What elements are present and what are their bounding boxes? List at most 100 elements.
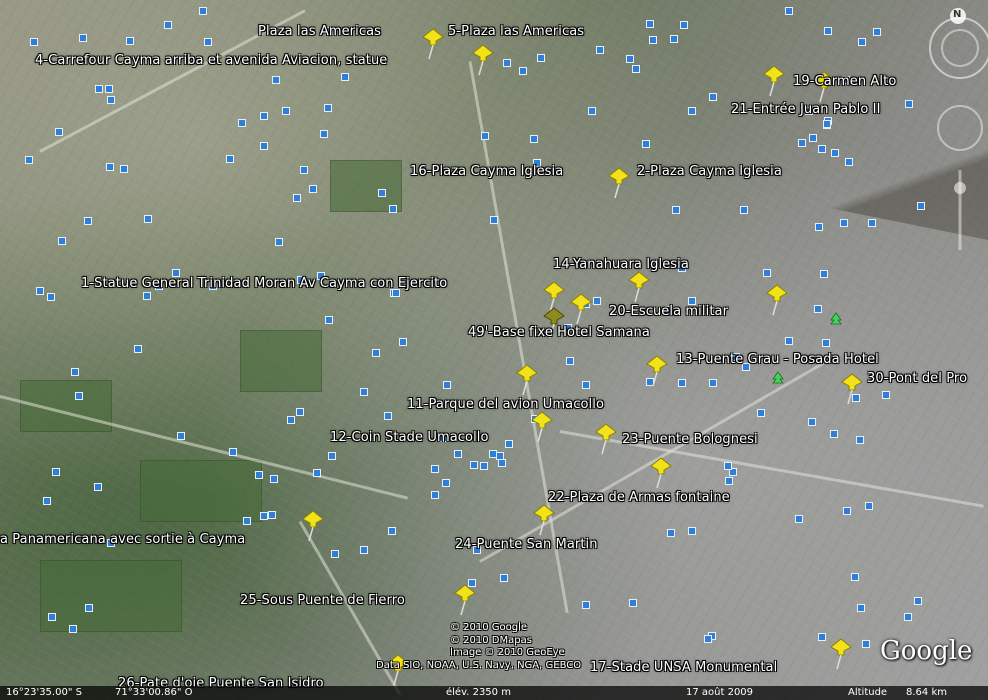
pushpin-icon[interactable] [513,363,541,397]
placemark-icon[interactable] [270,475,278,483]
placemark-icon[interactable] [58,237,66,245]
placemark-icon[interactable] [740,206,748,214]
place-label[interactable]: 13-Puente Grau - Posada Hotel [676,352,879,367]
place-label[interactable]: 30-Pont del Pro [867,371,967,386]
pushpin-icon[interactable] [528,410,556,444]
placemark-icon[interactable] [341,73,349,81]
placemark-icon[interactable] [268,511,276,519]
pushpin-icon[interactable] [530,503,558,537]
placemark-icon[interactable] [865,502,873,510]
place-label[interactable]: 19-Carmen Alto [793,74,896,89]
placemark-icon[interactable] [378,189,386,197]
placemark-icon[interactable] [845,158,853,166]
place-label[interactable]: 4-Carrefour Cayma arriba et avenida Avia… [35,53,387,68]
pushpin-icon[interactable] [592,422,620,456]
placemark-icon[interactable] [704,635,712,643]
placemark-icon[interactable] [204,38,212,46]
place-label[interactable]: 1-Statue General Trinidad Moran Av Cayma… [81,276,447,291]
placemark-icon[interactable] [389,205,397,213]
placemark-icon[interactable] [52,468,60,476]
placemark-icon[interactable] [226,155,234,163]
placemark-icon[interactable] [632,65,640,73]
placemark-icon[interactable] [530,135,538,143]
pushpin-icon[interactable] [419,27,447,61]
placemark-icon[interactable] [388,527,396,535]
placemark-icon[interactable] [882,391,890,399]
placemark-icon[interactable] [372,349,380,357]
placemark-icon[interactable] [481,132,489,140]
placemark-icon[interactable] [724,462,732,470]
placemark-icon[interactable] [134,345,142,353]
pushpin-icon[interactable] [647,456,675,490]
place-label[interactable]: 22-Plaza de Armas fontaine [548,490,730,505]
placemark-icon[interactable] [106,163,114,171]
placemark-icon[interactable] [328,452,336,460]
placemark-icon[interactable] [164,21,172,29]
placemark-icon[interactable] [785,337,793,345]
placemark-icon[interactable] [795,515,803,523]
tree-icon[interactable] [829,312,843,326]
place-label[interactable]: 23-Puente Bolognesi [622,432,758,447]
placemark-icon[interactable] [498,459,506,467]
placemark-icon[interactable] [808,418,816,426]
placemark-icon[interactable] [862,640,870,648]
placemark-icon[interactable] [642,140,650,148]
placemark-icon[interactable] [914,597,922,605]
pushpin-icon[interactable] [643,354,671,388]
placemark-icon[interactable] [868,219,876,227]
place-label[interactable]: 25-Sous Puente de Fierro [240,593,405,608]
placemark-icon[interactable] [325,316,333,324]
placemark-icon[interactable] [672,206,680,214]
placemark-icon[interactable] [470,461,478,469]
placemark-icon[interactable] [588,107,596,115]
placemark-icon[interactable] [243,517,251,525]
pushpin-icon[interactable] [827,637,855,671]
placemark-icon[interactable] [71,368,79,376]
place-label[interactable]: 21-Entrée Juan Pablo II [731,102,881,117]
placemark-icon[interactable] [199,7,207,15]
placemark-icon[interactable] [670,35,678,43]
pushpin-icon[interactable] [299,509,327,543]
placemark-icon[interactable] [260,512,268,520]
placemark-icon[interactable] [830,430,838,438]
place-label[interactable]: 17-Stade UNSA Monumental [590,660,777,675]
placemark-icon[interactable] [500,574,508,582]
placemark-icon[interactable] [709,379,717,387]
placemark-icon[interactable] [596,46,604,54]
placemark-icon[interactable] [282,107,290,115]
placemark-icon[interactable] [823,120,831,128]
placemark-icon[interactable] [873,28,881,36]
tree-icon[interactable] [771,371,785,385]
placemark-icon[interactable] [822,339,830,347]
pushpin-icon[interactable] [763,283,791,317]
placemark-icon[interactable] [30,38,38,46]
place-label[interactable]: a Panamericana avec sortie à Cayma [0,532,245,547]
pushpin-icon[interactable] [605,166,633,200]
placemark-icon[interactable] [107,96,115,104]
placemark-icon[interactable] [905,100,913,108]
placemark-icon[interactable] [480,462,488,470]
placemark-icon[interactable] [272,76,280,84]
placemark-icon[interactable] [856,436,864,444]
placemark-icon[interactable] [296,408,304,416]
placemark-icon[interactable] [814,305,822,313]
placemark-icon[interactable] [820,270,828,278]
placemark-icon[interactable] [431,465,439,473]
placemark-icon[interactable] [287,416,295,424]
placemark-icon[interactable] [857,604,865,612]
placemark-icon[interactable] [177,432,185,440]
placemark-icon[interactable] [79,34,87,42]
placemark-icon[interactable] [331,550,339,558]
placemark-icon[interactable] [275,238,283,246]
placemark-icon[interactable] [229,448,237,456]
placemark-icon[interactable] [94,483,102,491]
place-label[interactable]: 49'-Base fixe Hotel Samana [468,325,650,340]
placemark-icon[interactable] [47,293,55,301]
placemark-icon[interactable] [709,93,717,101]
placemark-icon[interactable] [503,59,511,67]
placemark-icon[interactable] [582,381,590,389]
placemark-icon[interactable] [43,497,51,505]
placemark-icon[interactable] [505,440,513,448]
place-label[interactable]: 5-Plaza las Americas [448,24,584,39]
placemark-icon[interactable] [818,145,826,153]
